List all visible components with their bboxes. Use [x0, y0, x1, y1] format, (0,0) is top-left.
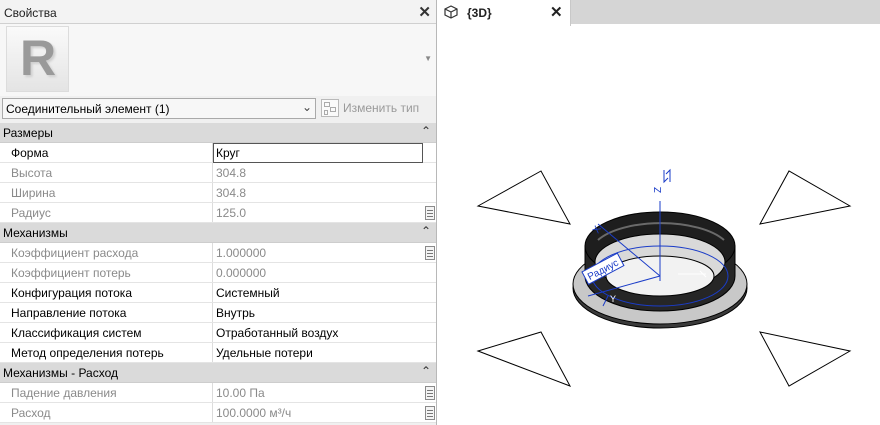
cube-icon — [444, 5, 458, 19]
edit-type-icon — [321, 99, 339, 117]
view-tab-bar: {3D} ✕ — [438, 0, 880, 26]
collapse-icon[interactable]: ⌃ — [421, 224, 431, 238]
view-arrow-top-right[interactable] — [759, 170, 852, 225]
property-row-radius: Радиус 125.0 — [0, 203, 436, 223]
view-arrow-top-left[interactable] — [476, 170, 571, 225]
type-preview: R ▼ — [0, 24, 436, 96]
properties-title-bar: Свойства ✕ — [0, 0, 436, 24]
type-selector-dropdown[interactable]: Соединительный элемент (1) ⌄ — [2, 98, 316, 119]
property-row-flow-factor: Коэффициент расхода 1.000000 — [0, 243, 436, 263]
view-arrow-bottom-left[interactable] — [476, 331, 572, 387]
type-selector-row: Соединительный элемент (1) ⌄ Изменить ти… — [0, 96, 436, 122]
close-properties-icon[interactable]: ✕ — [418, 3, 431, 21]
properties-grid: Размеры ⌃ Форма Круг Высота 304.8 Ширина… — [0, 123, 436, 423]
revit-logo-icon: R — [6, 26, 69, 92]
edit-type-button[interactable]: Изменить тип — [320, 98, 435, 119]
property-row-loss-method[interactable]: Метод определения потерь Удельные потери — [0, 343, 436, 363]
associate-parameter-button[interactable] — [425, 406, 435, 420]
collapse-icon[interactable]: ⌃ — [421, 124, 431, 138]
property-row-flow-configuration[interactable]: Конфигурация потока Системный — [0, 283, 436, 303]
property-row-width: Ширина 304.8 — [0, 183, 436, 203]
axis-label-y: Y — [610, 294, 616, 304]
chevron-down-icon: ⌄ — [301, 100, 312, 114]
3d-viewport[interactable]: Z X Y Радиус — [438, 26, 880, 425]
3d-canvas[interactable]: Z X Y Радиус — [438, 26, 880, 425]
group-header-mechanical-flow[interactable]: Механизмы - Расход ⌃ — [0, 363, 436, 383]
group-header-dimensions[interactable]: Размеры ⌃ — [0, 123, 436, 143]
properties-panel: Свойства ✕ R ▼ Соединительный элемент (1… — [0, 0, 437, 425]
associate-parameter-button[interactable] — [425, 246, 435, 260]
collapse-icon[interactable]: ⌃ — [421, 364, 431, 378]
property-row-flow: Расход 100.0000 м³/ч — [0, 403, 436, 423]
group-header-mechanical[interactable]: Механизмы ⌃ — [0, 223, 436, 243]
view-arrow-bottom-right[interactable] — [759, 331, 852, 387]
property-row-loss-coefficient: Коэффициент потерь 0.000000 — [0, 263, 436, 283]
axis-label-z: Z — [653, 187, 664, 193]
associate-parameter-button[interactable] — [425, 206, 435, 220]
type-selector-value: Соединительный элемент (1) — [6, 102, 170, 116]
edit-type-label: Изменить тип — [343, 101, 420, 115]
property-row-shape[interactable]: Форма Круг — [0, 143, 436, 163]
associate-parameter-button[interactable] — [425, 386, 435, 400]
property-row-pressure-drop: Падение давления 10.00 Па — [0, 383, 436, 403]
property-row-system-classification[interactable]: Классификация систем Отработанный воздух — [0, 323, 436, 343]
property-row-height: Высота 304.8 — [0, 163, 436, 183]
property-row-flow-direction[interactable]: Направление потока Внутрь — [0, 303, 436, 323]
properties-title: Свойства — [4, 6, 57, 20]
preview-dropdown-icon[interactable]: ▼ — [424, 54, 432, 63]
close-tab-icon[interactable]: ✕ — [550, 3, 563, 21]
property-value-input[interactable]: Круг — [213, 143, 423, 163]
tab-3d-label: {3D} — [467, 6, 492, 20]
tab-3d-view[interactable]: {3D} ✕ — [438, 0, 571, 26]
